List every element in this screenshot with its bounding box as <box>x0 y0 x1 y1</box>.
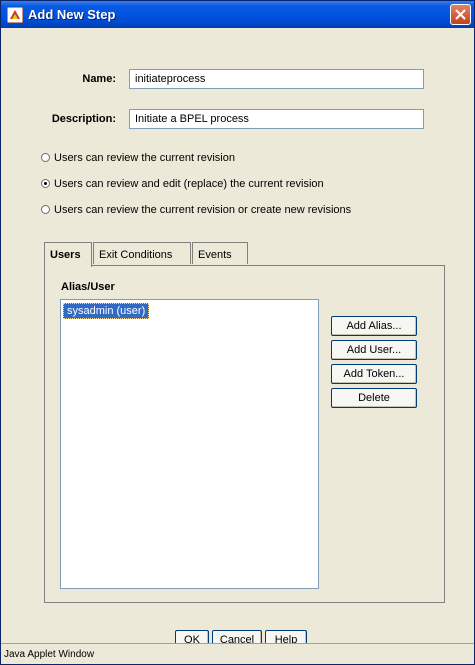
radio-review-create[interactable]: Users can review the current revision or… <box>41 204 351 216</box>
radio-label: Users can review the current revision <box>54 152 235 165</box>
list-item[interactable]: sysadmin (user) <box>63 303 150 319</box>
window-title: Add New Step <box>28 7 116 22</box>
description-field[interactable]: Initiate a BPEL process <box>129 109 424 129</box>
java-applet-icon <box>6 6 24 24</box>
delete-button[interactable]: Delete <box>331 388 417 408</box>
radio-button-review-edit[interactable] <box>41 178 50 188</box>
add-alias-button[interactable]: Add Alias... <box>331 316 417 336</box>
dialog-window: Add New Step Name: initiateprocess Descr… <box>0 0 475 665</box>
radio-label: Users can review and edit (replace) the … <box>54 178 324 191</box>
description-label: Description: <box>51 113 116 125</box>
alias-user-header: Alias/User <box>61 281 115 293</box>
status-bar: Java Applet Window <box>1 643 474 664</box>
radio-button-review-create[interactable] <box>41 204 50 214</box>
close-icon <box>455 9 466 20</box>
radio-review-current[interactable]: Users can review the current revision <box>41 152 235 164</box>
tab-events[interactable]: Events <box>192 242 248 264</box>
tab-users[interactable]: Users <box>44 242 92 267</box>
close-button[interactable] <box>450 4 471 25</box>
radio-label: Users can review the current revision or… <box>54 204 352 217</box>
name-label: Name: <box>82 73 116 85</box>
title-bar[interactable]: Add New Step <box>1 1 474 28</box>
radio-button-review[interactable] <box>41 152 50 162</box>
name-field[interactable]: initiateprocess <box>129 69 424 89</box>
radio-review-edit[interactable]: Users can review and edit (replace) the … <box>41 178 324 190</box>
alias-user-list[interactable]: sysadmin (user) <box>60 299 319 589</box>
add-token-button[interactable]: Add Token... <box>331 364 417 384</box>
tab-exit-conditions[interactable]: Exit Conditions <box>93 242 191 264</box>
add-user-button[interactable]: Add User... <box>331 340 417 360</box>
